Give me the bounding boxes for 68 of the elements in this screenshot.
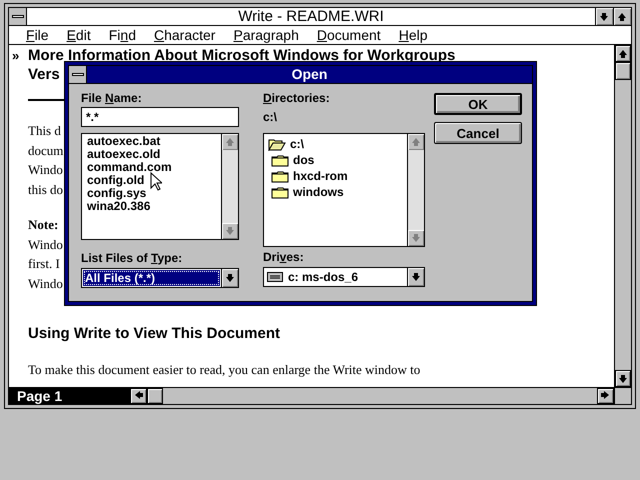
right-arrow-icon	[601, 391, 610, 401]
list-entry[interactable]: autoexec.bat	[86, 135, 162, 148]
system-menu-button[interactable]	[9, 8, 27, 25]
file-type-dropdown[interactable]: All Files (*.*)	[81, 268, 239, 288]
directory-item[interactable]: hxcd-rom	[268, 168, 407, 184]
file-name-field[interactable]: *.*	[81, 107, 239, 127]
field-label: Directories:	[263, 91, 331, 105]
section-heading: Vers	[28, 65, 60, 84]
mouse-pointer-icon	[150, 172, 162, 191]
drive-icon	[267, 272, 283, 282]
dialog-button[interactable]: OK	[434, 93, 522, 115]
directory-list[interactable]: c:\ dos hxcd-rom windows	[263, 133, 425, 247]
dialog-button[interactable]: Cancel	[434, 122, 522, 144]
down-arrow-icon	[412, 233, 420, 243]
section-heading: Using Write to View This Document	[28, 324, 280, 343]
down-arrow-icon	[618, 374, 628, 384]
down-arrow-icon	[226, 273, 234, 283]
dialog-title: Open	[290, 66, 328, 83]
scroll-right-button[interactable]	[597, 388, 614, 404]
paragraph-marker: »	[12, 48, 20, 63]
menu-item[interactable]: Document	[308, 26, 390, 44]
list-entry[interactable]: config.old	[86, 174, 146, 187]
list-entry[interactable]: wina20.386	[86, 200, 152, 213]
minimize-button[interactable]	[595, 8, 613, 25]
scroll-thumb[interactable]	[615, 62, 631, 80]
paragraph-text: This d docum Windo this do	[28, 122, 64, 198]
current-path: c:\	[263, 110, 278, 124]
maximize-button[interactable]	[613, 8, 631, 25]
window-title: Write - README.WRI	[237, 8, 385, 25]
field-label: Drives:	[263, 250, 305, 264]
dropdown-button[interactable]	[221, 269, 238, 287]
scroll-up-button[interactable]	[615, 45, 631, 62]
up-arrow-icon	[618, 12, 627, 22]
menu-item[interactable]: File	[17, 26, 58, 44]
directory-item[interactable]: windows	[268, 184, 407, 200]
field-label: List Files of Type:	[81, 251, 184, 265]
paragraph-text: To make this document easier to read, you can enlarge the Write window to	[28, 361, 420, 379]
list-entry[interactable]: config.sys	[86, 187, 148, 200]
up-arrow-icon	[226, 137, 234, 147]
menu-item[interactable]: Find	[100, 26, 145, 44]
down-arrow-icon	[412, 272, 420, 282]
menu-item[interactable]: Help	[390, 26, 436, 44]
down-arrow-icon	[226, 226, 234, 236]
directory-item[interactable]: c:\	[268, 136, 407, 152]
drives-dropdown[interactable]: c: ms-dos_6	[263, 267, 425, 287]
directory-item[interactable]: dos	[268, 152, 407, 168]
scroll-thumb[interactable]	[147, 388, 163, 404]
vertical-scrollbar[interactable]	[614, 45, 631, 387]
menu-item[interactable]: Paragraph	[224, 26, 308, 44]
menu-item[interactable]: Character	[144, 26, 224, 44]
note-paragraph: Note: Windo first. I Windo	[28, 216, 63, 292]
list-entry[interactable]: autoexec.old	[86, 148, 162, 161]
down-arrow-icon	[600, 12, 609, 22]
up-arrow-icon	[618, 48, 628, 58]
dropdown-button[interactable]	[407, 268, 424, 286]
section-heading: More Information About Microsoft Windows for Workgroups	[28, 46, 456, 65]
up-arrow-icon	[412, 137, 420, 147]
list-entry[interactable]: command.com	[86, 161, 173, 174]
file-list[interactable]: autoexec.bat autoexec.old command.com config.old config.sys wina20.386	[81, 133, 239, 240]
page-indicator: Page 1	[9, 388, 129, 404]
drive-name: c: ms-dos_6	[288, 270, 358, 284]
field-label: File Name:	[81, 91, 143, 105]
horizontal-scrollbar[interactable]	[129, 388, 614, 404]
scroll-left-button[interactable]	[130, 388, 147, 404]
left-arrow-icon	[134, 391, 143, 401]
system-menu-button[interactable]	[69, 66, 87, 83]
menu-item[interactable]: Edit	[58, 26, 100, 44]
scroll-down-button[interactable]	[615, 370, 631, 387]
